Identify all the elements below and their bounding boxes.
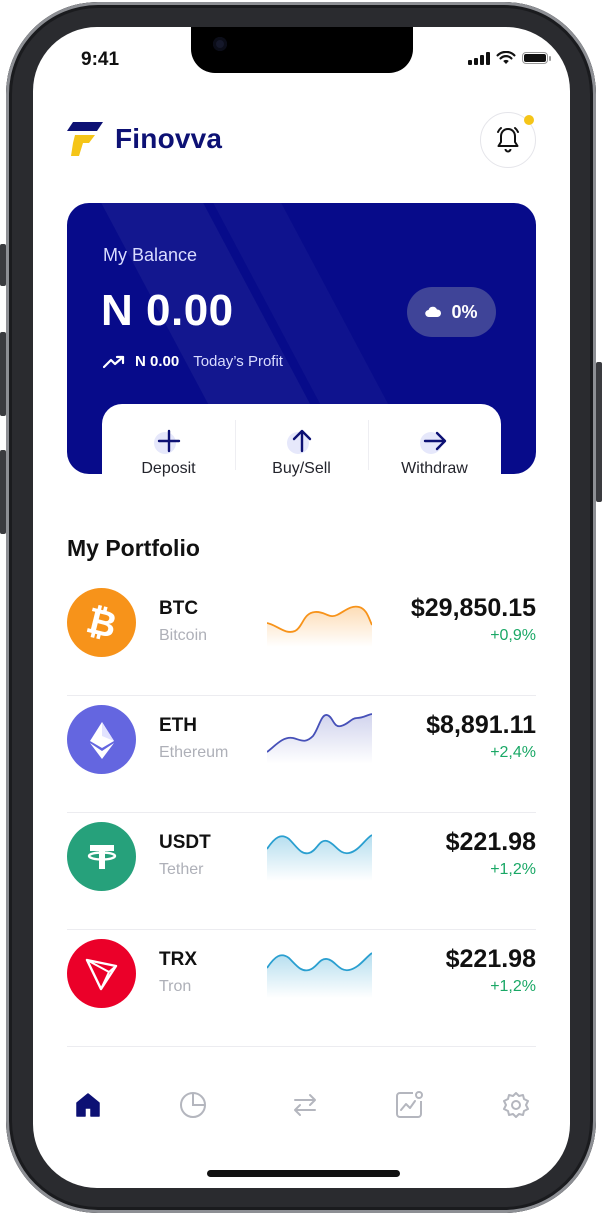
tab-portfolio[interactable] (173, 1085, 213, 1125)
app-screen: 9:41 Finovva My Balance N 0.00 0% N 0.00… (33, 27, 570, 1188)
coin-symbol: BTC (159, 598, 199, 619)
btc-sparkline (267, 605, 372, 647)
withdraw-label: Withdraw (401, 460, 468, 477)
finovva-logo-icon (67, 122, 103, 156)
volume-down-button (0, 450, 6, 534)
buy-sell-button[interactable]: Buy/Sell (235, 404, 368, 494)
coin-price: $29,850.15 (410, 594, 536, 622)
coin-name: Tron (159, 978, 192, 995)
arrow-right-icon (423, 431, 446, 451)
tab-bar (33, 1077, 570, 1137)
portfolio-row-usdt[interactable]: USDT Tether $221.98 +1,2% (67, 813, 536, 930)
quick-actions: Deposit Buy/Sell Withdraw (102, 404, 501, 494)
settings-icon (503, 1092, 529, 1118)
ethereum-icon (67, 705, 136, 774)
buy-sell-label: Buy/Sell (272, 460, 331, 477)
balance-change-pill: 0% (407, 287, 496, 337)
trend-up-icon (103, 355, 125, 368)
trx-sparkline (267, 952, 372, 998)
withdraw-button[interactable]: Withdraw (368, 404, 501, 494)
deposit-button[interactable]: Deposit (102, 404, 235, 494)
portfolio-title: My Portfolio (67, 535, 200, 561)
tab-settings[interactable] (496, 1085, 536, 1125)
power-button (596, 362, 602, 502)
home-icon (76, 1093, 100, 1117)
mute-switch (0, 244, 6, 286)
pie-chart-icon (180, 1092, 206, 1118)
cloud-up-icon (425, 306, 442, 318)
wifi-icon (496, 51, 516, 64)
coin-change: +1,2% (490, 861, 536, 878)
signal-icon (468, 51, 490, 65)
swap-icon (294, 1094, 316, 1116)
eth-sparkline (267, 713, 372, 764)
brand-name: Finovva (115, 123, 223, 154)
coin-price: $221.98 (445, 828, 536, 856)
plus-icon (157, 429, 180, 453)
tab-swap[interactable] (285, 1085, 325, 1125)
coin-symbol: USDT (159, 832, 211, 853)
portfolio-row-btc[interactable]: ₿ BTC Bitcoin $29,850.15 +0,9% (67, 579, 536, 696)
coin-change: +0,9% (490, 627, 536, 644)
coin-price: $8,891.11 (426, 711, 536, 739)
portfolio-row-trx[interactable]: TRX Tron $221.98 +1,2% (67, 930, 536, 1047)
tab-home[interactable] (68, 1085, 108, 1125)
analytics-icon (396, 1091, 423, 1118)
notch (191, 27, 413, 73)
coin-symbol: TRX (159, 949, 197, 970)
profit-value: N 0.00 (135, 353, 180, 370)
profit-label: Today’s Profit (193, 353, 283, 370)
deposit-label: Deposit (141, 460, 196, 477)
usdt-sparkline (267, 834, 372, 881)
notifications-button[interactable] (480, 112, 536, 168)
battery-icon (522, 52, 551, 64)
portfolio-list: ₿ BTC Bitcoin $29,850.15 +0,9% ETH Ether… (67, 579, 536, 1047)
camera (213, 37, 227, 51)
coin-name: Tether (159, 861, 204, 878)
coin-name: Bitcoin (159, 627, 208, 644)
tab-analytics[interactable] (389, 1085, 429, 1125)
balance-label: My Balance (103, 245, 198, 265)
brand-logo: Finovva (67, 122, 222, 156)
notification-dot (524, 115, 534, 125)
bitcoin-icon: ₿ (67, 588, 136, 657)
tron-icon (67, 939, 136, 1008)
coin-change: +2,4% (490, 744, 536, 761)
coin-name: Ethereum (159, 744, 229, 761)
profit-row: N 0.00 Today’s Profit (103, 353, 283, 370)
bell-icon (497, 127, 519, 153)
status-icons (468, 51, 551, 65)
tether-icon (67, 822, 136, 891)
coin-price: $221.98 (445, 945, 536, 973)
portfolio-row-eth[interactable]: ETH Ethereum $8,891.11 +2,4% (67, 696, 536, 813)
status-time: 9:41 (81, 49, 120, 70)
home-indicator (207, 1170, 400, 1177)
coin-change: +1,2% (490, 978, 536, 995)
volume-up-button (0, 332, 6, 416)
arrow-up-icon (292, 429, 311, 453)
balance-amount: N 0.00 (101, 286, 234, 335)
balance-change-value: 0% (451, 301, 478, 322)
coin-symbol: ETH (159, 715, 197, 736)
